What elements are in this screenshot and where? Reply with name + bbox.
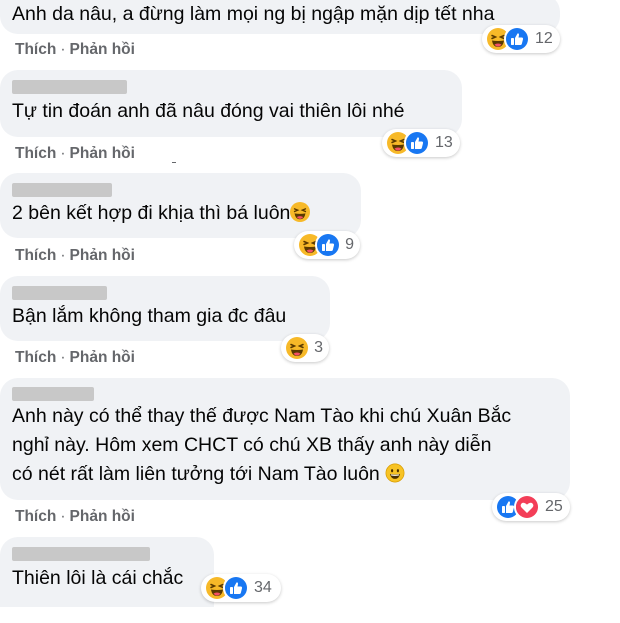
reply-button[interactable]: Phản hồi [70,145,135,162]
comment-text: Bận lắm không tham gia đc đâu [12,305,287,327]
reactions-summary[interactable]: 9 [294,231,360,259]
comment-text: Anh da nâu, a đừng làm mọi ng bị ngập mặ… [12,3,495,25]
comment-actions: Thích · Phản hồi [15,41,135,58]
reply-button[interactable]: Phản hồi [70,247,135,264]
comment-text-line-2: nghỉ này. Hôm xem CHCT có chú XB thấy an… [12,434,492,456]
comment-text: 2 bên kết hợp đi khịa thì bá luôn [12,199,349,228]
reactions-summary[interactable]: 12 [482,25,560,53]
like-button[interactable]: Thích [15,247,56,264]
like-button[interactable]: Thích [15,41,56,58]
reaction-count: 34 [254,579,272,596]
reaction-count: 12 [535,30,553,47]
reactions-summary[interactable]: 25 [492,493,570,521]
like-icon [404,130,430,156]
comment-actions: Thích · Phản hồi [15,145,135,162]
author-name-redacted[interactable] [12,547,150,561]
comment-bubble: Tự tin đoán anh đã nâu đóng vai thiên lô… [0,70,462,137]
author-name-redacted[interactable] [12,183,112,197]
like-icon [504,26,530,52]
like-icon [223,575,249,601]
comment-bubble: 2 bên kết hợp đi khịa thì bá luôn [0,173,361,238]
reply-button[interactable]: Phản hồi [70,349,135,366]
comment-actions: Thích · Phản hồi [15,247,135,264]
reaction-count: 9 [345,236,354,253]
comment-bubble: Bận lắm không tham gia đc đâu [0,276,330,341]
smiling-emoji [385,463,405,483]
comment-actions: Thích · Phản hồi [15,349,135,366]
comment-text: Thiên lôi là cái chắc [12,567,184,589]
comment-bubble: Thiên lôi là cái chắc [0,537,214,607]
like-button[interactable]: Thích [15,508,56,525]
haha-icon [284,335,310,361]
comment-actions: Thích · Phản hồi [15,508,135,525]
like-button[interactable]: Thích [15,349,56,366]
reaction-count: 25 [545,498,563,515]
comment-text-line-3: có nét rất làm liên tưởng tới Nam Tào lu… [12,460,558,489]
reply-button[interactable]: Phản hồi [70,508,135,525]
reactions-summary[interactable]: 34 [201,574,281,602]
like-button[interactable]: Thích [15,145,56,162]
reactions-summary[interactable]: 3 [281,334,329,362]
comment-bubble: Anh này có thể thay thế được Nam Tào khi… [0,378,570,500]
laughing-tears-emoji [290,202,310,222]
author-name-redacted[interactable] [12,80,127,94]
comment-bubble: Anh da nâu, a đừng làm mọi ng bị ngập mặ… [0,0,560,34]
reaction-count: 3 [314,339,323,356]
comment-text-line-1: Anh này có thể thay thế được Nam Tào khi… [12,405,512,427]
reply-button[interactable]: Phản hồi [70,41,135,58]
author-name-redacted[interactable] [12,387,94,401]
comment-text: Tự tin đoán anh đã nâu đóng vai thiên lô… [12,100,405,122]
author-name-redacted[interactable] [12,286,107,300]
divider-mark [172,162,176,163]
like-icon [315,232,341,258]
reactions-summary[interactable]: 13 [382,129,460,157]
reaction-count: 13 [435,134,453,151]
love-icon [514,494,540,520]
